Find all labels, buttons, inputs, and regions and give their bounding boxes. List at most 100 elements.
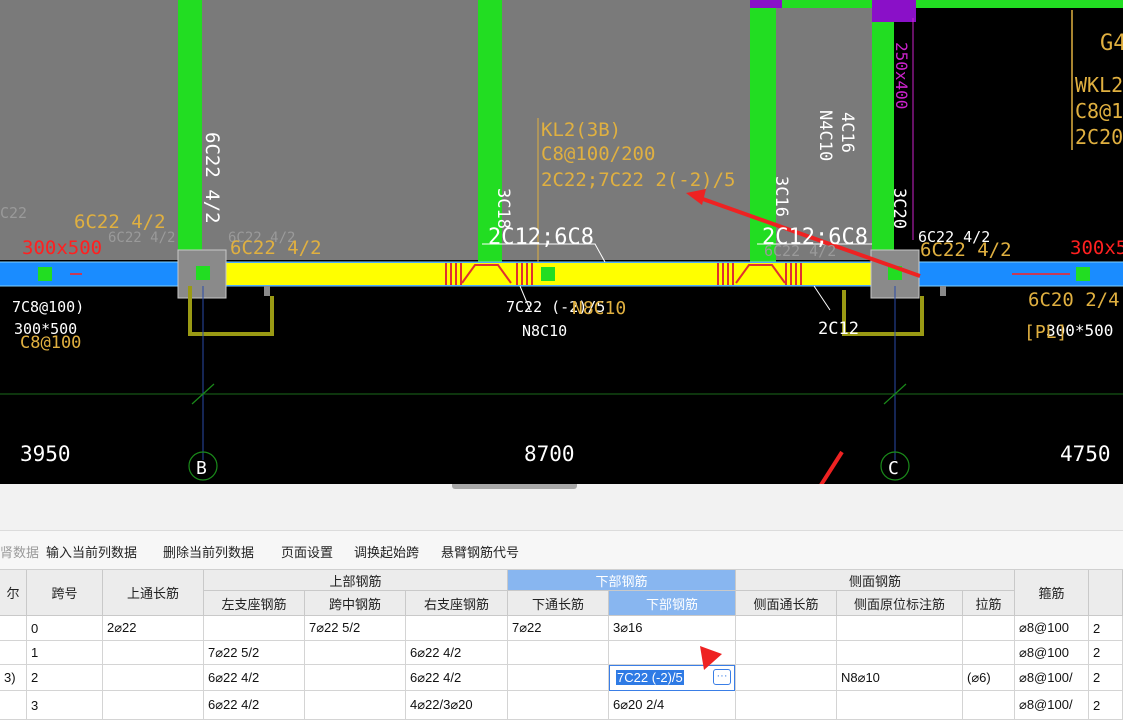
- cell-side-orig[interactable]: [837, 616, 963, 641]
- label-size-left: 300x500: [22, 237, 102, 259]
- header-side-orig[interactable]: 侧面原位标注筋: [837, 591, 963, 616]
- header-bottom-bars[interactable]: 下部钢筋: [609, 591, 736, 616]
- label-mid-bottom3: N8C10: [522, 322, 567, 340]
- label-wkl-1: WKL2: [1075, 73, 1123, 97]
- cell-bottom-bars[interactable]: 3⌀16: [609, 616, 736, 641]
- cell-c0[interactable]: [0, 641, 27, 665]
- cell-span[interactable]: 1: [27, 641, 103, 665]
- cad-text-layer: KL2(3B) C8@100/200 2C22;7C22 2(-2)/5 C22…: [0, 31, 1123, 479]
- cell-last[interactable]: 2: [1089, 616, 1123, 641]
- cell-side-orig[interactable]: [837, 691, 963, 720]
- cell-side-orig[interactable]: N8⌀10: [837, 665, 963, 691]
- cell-side-through[interactable]: [736, 691, 837, 720]
- cell-bottom-through[interactable]: 7⌀22: [508, 616, 609, 641]
- toolbar-item-swap-start-span[interactable]: 调换起始跨: [354, 542, 419, 561]
- header-top-group: 上部钢筋: [204, 570, 508, 591]
- header-side-group: 侧面钢筋: [736, 570, 1015, 591]
- label-beam-mid-top2: 6C22 4/2: [230, 237, 322, 259]
- cell-tie[interactable]: (⌀6): [963, 665, 1015, 691]
- cell-top-mid[interactable]: [305, 691, 406, 720]
- cell-side-orig[interactable]: [837, 641, 963, 665]
- cell-top-through[interactable]: [103, 665, 204, 691]
- cell-top-right[interactable]: 4⌀22/3⌀20: [406, 691, 508, 720]
- cell-top-through[interactable]: [103, 691, 204, 720]
- cell-side-through[interactable]: [736, 641, 837, 665]
- cell-top-left[interactable]: 7⌀22 5/2: [204, 641, 305, 665]
- label-4c16: 4C16: [837, 112, 857, 153]
- cell-top-left[interactable]: [204, 616, 305, 641]
- header-top-right[interactable]: 右支座钢筋: [406, 591, 508, 616]
- label-3c18: 3C18: [493, 188, 513, 229]
- cell-bottom-through[interactable]: [508, 691, 609, 720]
- header-top-mid[interactable]: 跨中钢筋: [305, 591, 406, 616]
- cell-top-left[interactable]: 6⌀22 4/2: [204, 665, 305, 691]
- toolbar-item-cantilever-code[interactable]: 悬臂钢筋代号: [441, 542, 519, 561]
- label-mid-ghost-right: 6C22 4/2: [764, 242, 836, 260]
- cell-side-through[interactable]: [736, 665, 837, 691]
- label-n4c10: N4C10: [815, 110, 835, 161]
- cell-span[interactable]: 0: [27, 616, 103, 641]
- header-stirrup[interactable]: 箍筋: [1015, 570, 1089, 616]
- cell-stirrup[interactable]: ⌀8@100/: [1015, 691, 1089, 720]
- cell-bottom-through[interactable]: [508, 665, 609, 691]
- label-stirrup-left: 2C12;6C8: [488, 225, 594, 250]
- cell-top-mid[interactable]: [305, 665, 406, 691]
- header-bottom-group: 下部钢筋: [508, 570, 736, 591]
- cell-bottom-through[interactable]: [508, 641, 609, 665]
- rebar-table: 尔 跨号 上通长筋 上部钢筋 下部钢筋 侧面钢筋 箍筋 左支座钢筋 跨中钢筋 右…: [0, 570, 1123, 720]
- cell-tie[interactable]: [963, 691, 1015, 720]
- header-bottom-through[interactable]: 下通长筋: [508, 591, 609, 616]
- header-extra: [1089, 570, 1123, 616]
- header-col0[interactable]: 尔: [0, 570, 27, 616]
- header-tie[interactable]: 拉筋: [963, 591, 1015, 616]
- cad-drawing-canvas[interactable]: KL2(3B) C8@100/200 2C22;7C22 2(-2)/5 C22…: [0, 0, 1123, 484]
- cell-tie[interactable]: [963, 641, 1015, 665]
- cell-tie[interactable]: [963, 616, 1015, 641]
- bottom-bars-editor-value[interactable]: 7C22 (-2)/5: [616, 670, 684, 685]
- bottom-bars-editor[interactable]: 7C22 (-2)/5 ···: [609, 665, 735, 691]
- cell-top-mid[interactable]: [305, 641, 406, 665]
- cell-last[interactable]: 2: [1089, 641, 1123, 665]
- header-side-through[interactable]: 侧面通长筋: [736, 591, 837, 616]
- label-size-right: 300x5: [1070, 237, 1123, 259]
- label-right-top2: 6C22 4/2: [920, 239, 1012, 261]
- header-top-left[interactable]: 左支座钢筋: [204, 591, 305, 616]
- toolbar-item-data-partial[interactable]: 肾数据: [0, 542, 39, 561]
- header-top-through[interactable]: 上通长筋: [103, 570, 204, 616]
- cell-span[interactable]: 2: [27, 665, 103, 691]
- cell-top-mid[interactable]: 7⌀22 5/2: [305, 616, 406, 641]
- callout-line1: KL2(3B): [541, 119, 621, 141]
- toolbar-item-delete-column[interactable]: 删除当前列数据: [163, 542, 254, 561]
- cell-last[interactable]: 2: [1089, 691, 1123, 720]
- header-span[interactable]: 跨号: [27, 570, 103, 616]
- splitter-grip[interactable]: [452, 484, 577, 489]
- cell-stirrup[interactable]: ⌀8@100: [1015, 616, 1089, 641]
- cell-top-through[interactable]: 2⌀22: [103, 616, 204, 641]
- cell-span[interactable]: 3: [27, 691, 103, 720]
- cell-c0[interactable]: [0, 616, 27, 641]
- label-left-bottom3: C8@100: [20, 333, 81, 353]
- dim-mid: 8700: [524, 442, 575, 466]
- cell-side-through[interactable]: [736, 616, 837, 641]
- cell-top-through[interactable]: [103, 641, 204, 665]
- cell-top-left[interactable]: 6⌀22 4/2: [204, 691, 305, 720]
- cell-c0[interactable]: 3): [0, 665, 27, 691]
- callout-line3: 2C22;7C22 2(-2)/5: [541, 169, 735, 191]
- label-wkl-2: C8@1: [1075, 99, 1123, 123]
- toolbar-item-input-column[interactable]: 输入当前列数据: [46, 542, 137, 561]
- dim-left: 3950: [20, 442, 71, 466]
- cell-stirrup[interactable]: ⌀8@100: [1015, 641, 1089, 665]
- cell-c0[interactable]: [0, 691, 27, 720]
- label-left-bottom1: 7C8@100): [12, 298, 84, 316]
- cell-top-right[interactable]: 6⌀22 4/2: [406, 665, 508, 691]
- cell-top-right[interactable]: 6⌀22 4/2: [406, 641, 508, 665]
- toolbar-item-page-setup[interactable]: 页面设置: [281, 542, 333, 561]
- cell-stirrup[interactable]: ⌀8@100/: [1015, 665, 1089, 691]
- label-mid-bottom2: N8C10: [572, 298, 626, 319]
- cell-bottom-bars[interactable]: [609, 641, 736, 665]
- ellipsis-button[interactable]: ···: [713, 669, 731, 685]
- cell-top-right[interactable]: [406, 616, 508, 641]
- panel-splitter[interactable]: [0, 484, 1123, 531]
- cell-bottom-bars[interactable]: 6⌀20 2/4: [609, 691, 736, 720]
- cell-last[interactable]: 2: [1089, 665, 1123, 691]
